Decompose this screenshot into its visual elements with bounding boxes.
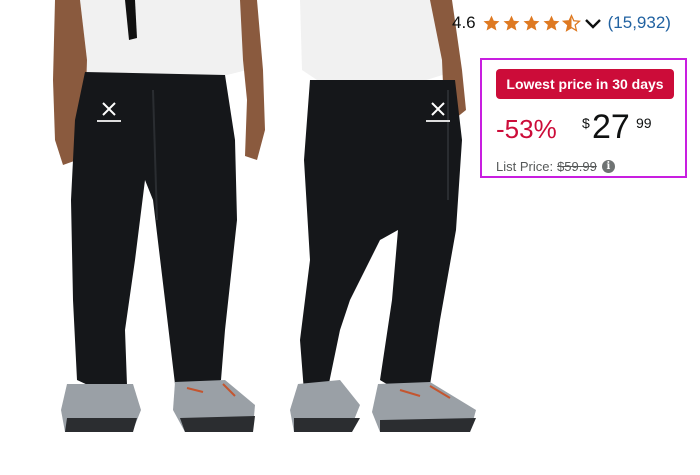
discount-percentage: -53%: [496, 114, 557, 144]
joggers-front-photo: [53, 0, 265, 432]
price-whole: 27: [592, 108, 630, 146]
product-image-front[interactable]: [25, 0, 275, 470]
list-price-label: List Price:: [496, 158, 554, 174]
star-full-icon: [523, 15, 540, 31]
deal-price-box: Lowest price in 30 days -53% $ 27 99 Lis…: [480, 58, 687, 178]
star-full-icon: [483, 15, 500, 31]
price-fraction: 99: [636, 115, 652, 131]
star-rating[interactable]: [482, 13, 582, 33]
rating-row: 4.6 (15,932): [452, 8, 671, 38]
chevron-down-icon[interactable]: [584, 17, 602, 31]
price-symbol: $: [582, 115, 590, 131]
star-full-icon: [543, 15, 560, 31]
rating-value: 4.6: [452, 13, 476, 32]
star-full-icon: [503, 15, 520, 31]
lowest-price-badge: Lowest price in 30 days: [496, 69, 674, 99]
info-icon[interactable]: i: [601, 159, 615, 173]
list-price-value: $59.99: [557, 158, 597, 174]
list-price-row: List Price: $59.99 i: [496, 158, 615, 174]
star-half-icon: [561, 13, 581, 32]
review-count-link[interactable]: (15,932): [608, 13, 671, 33]
